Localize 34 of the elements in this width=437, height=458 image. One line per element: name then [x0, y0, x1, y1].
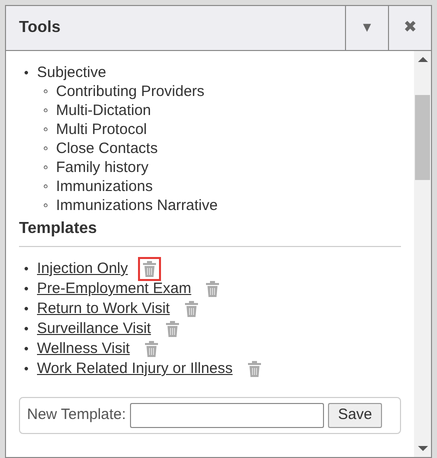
- template-link[interactable]: Surveillance Visit: [37, 319, 151, 339]
- template-link[interactable]: Pre-Employment Exam: [37, 279, 192, 299]
- bullet: •: [24, 320, 30, 338]
- outline-item: Contributing Providers: [56, 83, 204, 100]
- bullet: ◦: [43, 120, 50, 139]
- outline-item: Multi Protocol: [56, 121, 147, 138]
- bullet: ◦: [43, 82, 50, 101]
- bullet: ◦: [43, 101, 50, 120]
- outline-item: Immunizations: [56, 178, 153, 195]
- outline-item: Family history: [56, 159, 149, 176]
- bullet: •: [24, 300, 30, 318]
- outline-item: Immunizations Narrative: [56, 197, 218, 214]
- dialog-title: Tools: [18, 18, 62, 38]
- bullet: ◦: [43, 177, 50, 196]
- bullet: •: [24, 280, 30, 298]
- template-link[interactable]: Injection Only: [37, 259, 128, 279]
- bullet: •: [24, 260, 30, 278]
- outline-item: Subjective: [37, 64, 106, 81]
- bullet: ◦: [43, 139, 50, 158]
- dropdown-button[interactable]: ▾: [345, 6, 388, 50]
- template-link[interactable]: Return to Work Visit: [37, 299, 170, 319]
- bullet: •: [24, 360, 30, 378]
- template-link[interactable]: Work Related Injury or Illness: [37, 359, 233, 379]
- field-label: New Template:: [27, 405, 126, 426]
- bullet: ◦: [43, 158, 50, 177]
- outline-item: Multi-Dictation: [56, 102, 152, 119]
- template-link[interactable]: Wellness Visit: [37, 339, 130, 359]
- section-heading: Templates: [19, 217, 401, 247]
- outline-item: Close Contacts: [56, 140, 158, 157]
- bullet: •: [24, 64, 30, 82]
- save-button[interactable]: Save: [328, 403, 382, 428]
- bullet: •: [24, 340, 30, 358]
- bullet: ◦: [43, 196, 50, 215]
- close-button[interactable]: ✖: [388, 6, 431, 50]
